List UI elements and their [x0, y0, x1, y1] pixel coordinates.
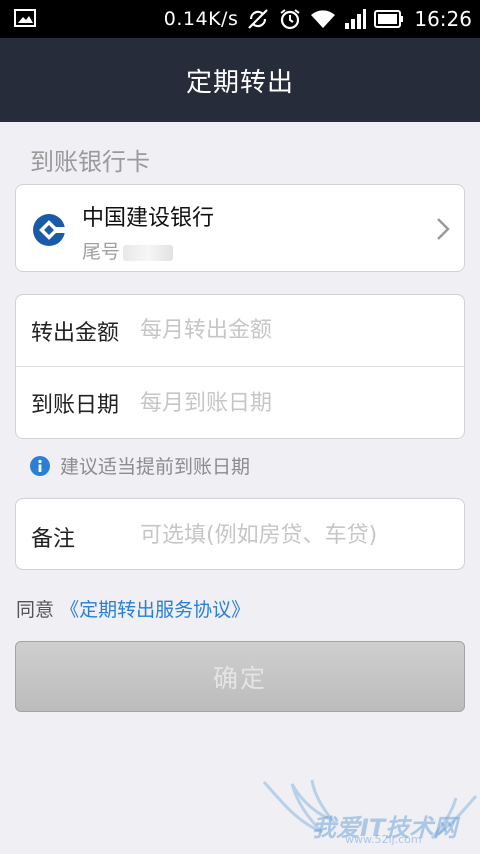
- net-speed: 0.14K/s: [163, 8, 239, 30]
- confirm-button[interactable]: 确定: [15, 641, 465, 712]
- date-row[interactable]: 到账日期: [16, 367, 464, 439]
- watermark-url: www.52ij.com: [345, 833, 422, 846]
- info-icon: [30, 455, 50, 476]
- bank-card-tail: 尾号: [82, 237, 174, 264]
- image-icon: [14, 9, 36, 27]
- agreement-prefix: 同意: [16, 599, 55, 621]
- bank-card-selector[interactable]: 中国建设银行 尾号: [15, 184, 465, 272]
- amount-input[interactable]: [140, 310, 440, 351]
- signal-icon: [345, 9, 367, 29]
- agreement-line: 同意 《定期转出服务协议》: [16, 595, 250, 622]
- note-field-card: 备注: [15, 498, 465, 570]
- chevron-right-icon: [437, 218, 450, 240]
- amount-label: 转出金额: [31, 320, 120, 346]
- bank-section-label: 到账银行卡: [30, 148, 150, 176]
- ccb-logo-icon: [33, 214, 66, 246]
- wifi-icon: [311, 10, 336, 28]
- battery-icon: [374, 10, 404, 28]
- page-title: 定期转出: [185, 67, 294, 98]
- transfer-form: 转出金额 到账日期: [15, 294, 465, 439]
- masked-card-number: [123, 244, 174, 261]
- title-bar: 定期转出: [0, 38, 480, 122]
- bank-name: 中国建设银行: [82, 206, 215, 231]
- clock: 16:26: [414, 7, 472, 31]
- date-hint: 建议适当提前到账日期: [30, 452, 250, 479]
- date-label: 到账日期: [31, 393, 120, 418]
- note-input[interactable]: [140, 515, 450, 555]
- hint-text: 建议适当提前到账日期: [60, 456, 251, 478]
- alarm-icon: [280, 9, 300, 30]
- no-sync-icon: [248, 9, 269, 29]
- date-input[interactable]: [140, 383, 440, 423]
- note-label: 备注: [31, 527, 76, 552]
- bank-tail-label: 尾号: [82, 241, 121, 263]
- agreement-link[interactable]: 《定期转出服务协议》: [60, 599, 250, 621]
- amount-row: 转出金额: [16, 295, 464, 367]
- status-bar: 0.14K/s 16:26: [0, 0, 480, 38]
